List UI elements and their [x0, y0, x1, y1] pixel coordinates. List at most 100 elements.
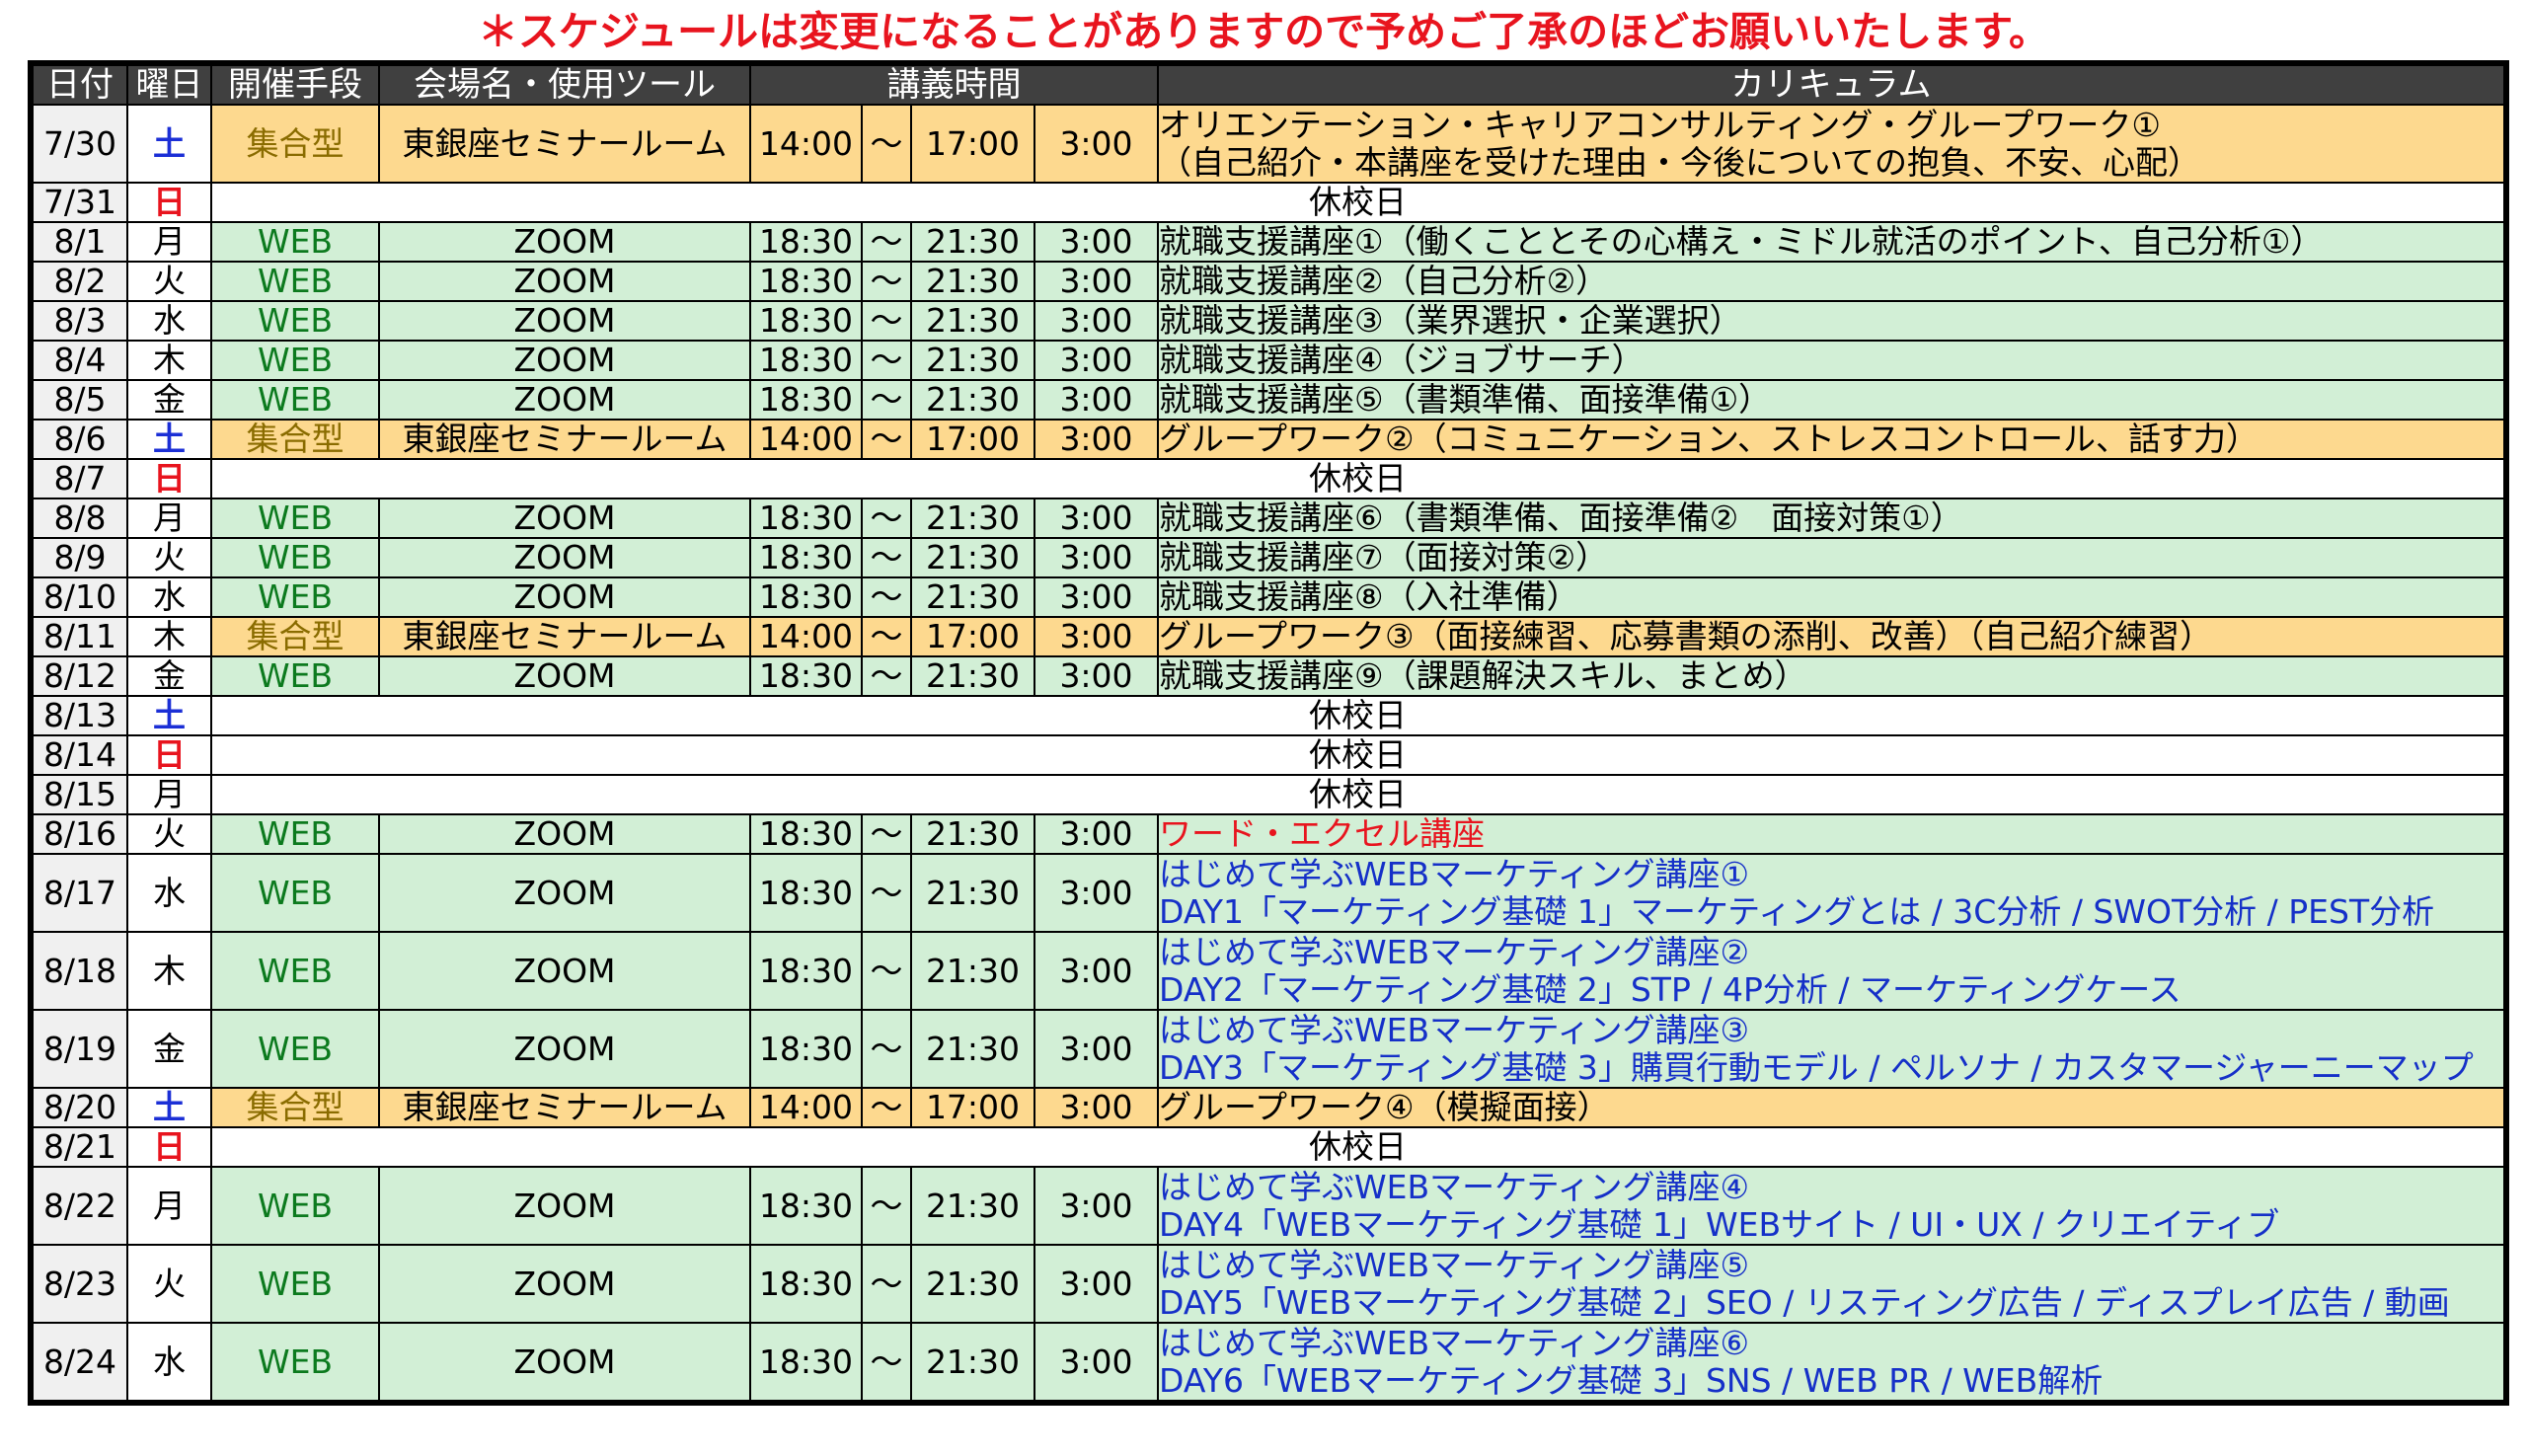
mode-cell: WEB	[210, 1009, 380, 1089]
duration-cell: 3:00	[1034, 853, 1159, 933]
venue-cell: ZOOM	[378, 261, 751, 302]
weekday-cell: 金	[126, 1009, 212, 1089]
curriculum-cell: 就職支援講座②（自己分析②）	[1157, 261, 2507, 302]
start-time-cell: 18:30	[749, 655, 863, 697]
date-cell: 8/21	[30, 1126, 128, 1168]
mode-cell: WEB	[210, 221, 380, 263]
start-time-cell: 14:00	[749, 616, 863, 657]
schedule-row: 8/11 木集合型 東銀座セミナールーム 14:00 ～ 17:00 3:00 グループワーク…	[30, 616, 2507, 657]
end-time-cell: 21:30	[910, 300, 1035, 342]
time-separator-cell: ～	[861, 104, 912, 184]
curriculum-cell: 就職支援講座⑨（課題解決スキル、まとめ）	[1157, 655, 2507, 697]
end-time-cell: 21:30	[910, 537, 1035, 578]
holiday-cell: 休校日	[210, 182, 2507, 223]
date-cell: 8/1	[30, 221, 128, 263]
weekday-cell: 日	[126, 1126, 212, 1168]
time-separator-cell: ～	[861, 1322, 912, 1404]
curriculum-line-1: 就職支援講座⑧（入社準備）	[1159, 577, 1579, 616]
venue-cell: 東銀座セミナールーム	[378, 419, 751, 460]
time-separator-cell: ～	[861, 655, 912, 697]
time-separator-cell: ～	[861, 300, 912, 342]
mode-cell: WEB	[210, 498, 380, 539]
duration-cell: 3:00	[1034, 1244, 1159, 1324]
curriculum-line-2: DAY3「マーケティング基礎 3」購買行動モデル / ペルソナ / カスタマージ…	[1159, 1047, 2474, 1087]
curriculum-line-1: 就職支援講座⑥（書類準備、面接準備② 面接対策①）	[1159, 498, 1963, 537]
end-time-cell: 17:00	[910, 104, 1035, 184]
holiday-row: 8/21 日休校日	[30, 1126, 2507, 1168]
time-separator-cell: ～	[861, 1166, 912, 1246]
start-time-cell: 18:30	[749, 379, 863, 421]
curriculum-cell: グループワーク④（模擬面接）	[1157, 1087, 2507, 1128]
venue-cell: ZOOM	[378, 1166, 751, 1246]
duration-cell: 3:00	[1034, 300, 1159, 342]
holiday-cell: 休校日	[210, 695, 2507, 736]
time-separator-cell: ～	[861, 931, 912, 1011]
mode-cell: 集合型	[210, 616, 380, 657]
schedule-table: 日付 曜日 開催手段 会場名・使用ツール 講義時間 カリキュラム 7/30 土集合…	[28, 60, 2509, 1406]
date-cell: 8/4	[30, 340, 128, 381]
date-cell: 8/16	[30, 813, 128, 855]
date-cell: 8/9	[30, 537, 128, 578]
weekday-cell: 火	[126, 1244, 212, 1324]
end-time-cell: 21:30	[910, 576, 1035, 618]
date-cell: 8/6	[30, 419, 128, 460]
time-separator-cell: ～	[861, 379, 912, 421]
venue-cell: ZOOM	[378, 537, 751, 578]
date-cell: 8/17	[30, 853, 128, 933]
end-time-cell: 21:30	[910, 1244, 1035, 1324]
weekday-cell: 月	[126, 498, 212, 539]
date-cell: 8/5	[30, 379, 128, 421]
weekday-cell: 火	[126, 537, 212, 578]
duration-cell: 3:00	[1034, 1009, 1159, 1089]
curriculum-line-1: オリエンテーション・キャリアコンサルティング・グループワーク①	[1159, 105, 2161, 144]
duration-cell: 3:00	[1034, 340, 1159, 381]
curriculum-cell: 就職支援講座⑤（書類準備、面接準備①）	[1157, 379, 2507, 421]
time-separator-cell: ～	[861, 853, 912, 933]
time-separator-cell: ～	[861, 498, 912, 539]
venue-cell: ZOOM	[378, 655, 751, 697]
mode-cell: WEB	[210, 576, 380, 618]
holiday-row: 7/31 日休校日	[30, 182, 2507, 223]
start-time-cell: 18:30	[749, 340, 863, 381]
schedule-row: 8/10 水 WEB ZOOM 18:30 ～ 21:30 3:00 就職支援講座⑧（入社準備）	[30, 576, 2507, 618]
weekday-cell: 日	[126, 734, 212, 776]
curriculum-cell: 就職支援講座①（働くこととその心構え・ミドル就活のポイント、自己分析①）	[1157, 221, 2507, 263]
curriculum-line-1: グループワーク③（面接練習、応募書類の添削、改善）（自己紹介練習）	[1159, 617, 2213, 655]
weekday-cell: 水	[126, 300, 212, 342]
schedule-row: 8/8 月 WEB ZOOM 18:30 ～ 21:30 3:00 就職支援講座⑥（書類準備、面…	[30, 498, 2507, 539]
start-time-cell: 18:30	[749, 300, 863, 342]
duration-cell: 3:00	[1034, 931, 1159, 1011]
schedule-row: 8/23 火 WEB ZOOM 18:30 ～ 21:30 3:00 はじめて学ぶWEBマーケテ…	[30, 1244, 2507, 1324]
header-venue: 会場名・使用ツール	[378, 62, 751, 106]
venue-cell: ZOOM	[378, 300, 751, 342]
start-time-cell: 18:30	[749, 931, 863, 1011]
mode-cell: WEB	[210, 340, 380, 381]
time-separator-cell: ～	[861, 813, 912, 855]
end-time-cell: 21:30	[910, 1009, 1035, 1089]
end-time-cell: 17:00	[910, 616, 1035, 657]
start-time-cell: 18:30	[749, 261, 863, 302]
start-time-cell: 18:30	[749, 537, 863, 578]
curriculum-line-1: 就職支援講座④（ジョブサーチ）	[1159, 341, 1645, 379]
curriculum-line-1: 就職支援講座⑨（課題解決スキル、まとめ）	[1159, 656, 1807, 695]
mode-cell: WEB	[210, 1322, 380, 1404]
venue-cell: ZOOM	[378, 1009, 751, 1089]
date-cell: 8/19	[30, 1009, 128, 1089]
mode-cell: WEB	[210, 813, 380, 855]
date-cell: 8/23	[30, 1244, 128, 1324]
duration-cell: 3:00	[1034, 655, 1159, 697]
weekday-cell: 水	[126, 576, 212, 618]
mode-cell: WEB	[210, 537, 380, 578]
venue-cell: ZOOM	[378, 1244, 751, 1324]
curriculum-line-1: はじめて学ぶWEBマーケティング講座④	[1159, 1167, 1750, 1206]
start-time-cell: 18:30	[749, 221, 863, 263]
date-cell: 8/8	[30, 498, 128, 539]
header-mode: 開催手段	[210, 62, 380, 106]
weekday-cell: 水	[126, 1322, 212, 1404]
curriculum-line-1: 就職支援講座⑦（面接対策②）	[1159, 538, 1609, 576]
schedule-row: 8/24 水 WEB ZOOM 18:30 ～ 21:30 3:00 はじめて学ぶWEBマーケテ…	[30, 1322, 2507, 1404]
curriculum-line-1: ワード・エクセル講座	[1159, 814, 1485, 853]
curriculum-cell: グループワーク②（コミュニケーション、ストレスコントロール、話す力）	[1157, 419, 2507, 460]
schedule-row: 8/16 火 WEB ZOOM 18:30 ～ 21:30 3:00 ワード・エクセル講座	[30, 813, 2507, 855]
weekday-cell: 月	[126, 1166, 212, 1246]
